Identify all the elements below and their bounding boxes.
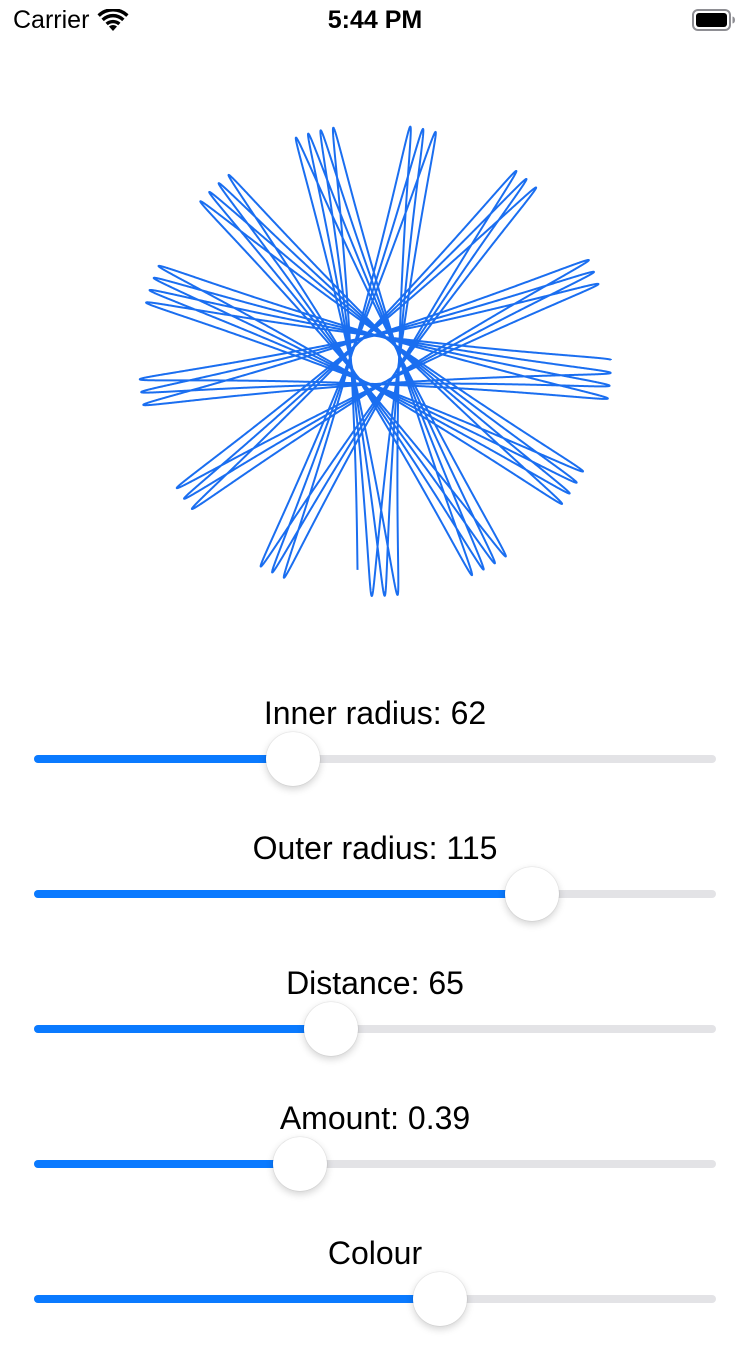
distance-control: Distance: 65 — [0, 963, 750, 1083]
colour-control: Colour — [0, 1233, 750, 1353]
colour-slider[interactable] — [34, 1295, 716, 1303]
battery-icon — [692, 9, 735, 31]
distance-slider[interactable] — [34, 1025, 716, 1033]
outer-radius-label: Outer radius: 115 — [252, 830, 498, 866]
slider-fill — [34, 890, 532, 898]
inner-radius-thumb[interactable] — [266, 732, 321, 786]
distance-thumb[interactable] — [303, 1002, 358, 1056]
slider-fill — [34, 755, 294, 763]
colour-thumb[interactable] — [412, 1272, 467, 1326]
distance-label: Distance: 65 — [286, 965, 464, 1001]
amount-control: Amount: 0.39 — [0, 1098, 750, 1218]
spirograph-drawing — [138, 125, 612, 597]
colour-label: Colour — [327, 1235, 423, 1271]
status-bar: Carrier 5:44 PM — [0, 0, 750, 40]
spirograph-canvas — [0, 60, 750, 670]
inner-radius-slider[interactable] — [34, 755, 716, 763]
inner-radius-label: Inner radius: 62 — [263, 695, 487, 731]
amount-label: Amount: 0.39 — [279, 1100, 471, 1136]
amount-thumb[interactable] — [272, 1137, 327, 1191]
spirograph-path — [138, 125, 612, 597]
outer-radius-slider[interactable] — [34, 890, 716, 898]
outer-radius-thumb[interactable] — [504, 867, 559, 921]
inner-radius-control: Inner radius: 62 — [0, 693, 750, 813]
slider-fill — [34, 1160, 300, 1168]
slider-fill — [34, 1295, 440, 1303]
amount-slider[interactable] — [34, 1160, 716, 1168]
outer-radius-control: Outer radius: 115 — [0, 828, 750, 948]
status-time: 5:44 PM — [327, 6, 423, 34]
slider-fill — [34, 1025, 331, 1033]
